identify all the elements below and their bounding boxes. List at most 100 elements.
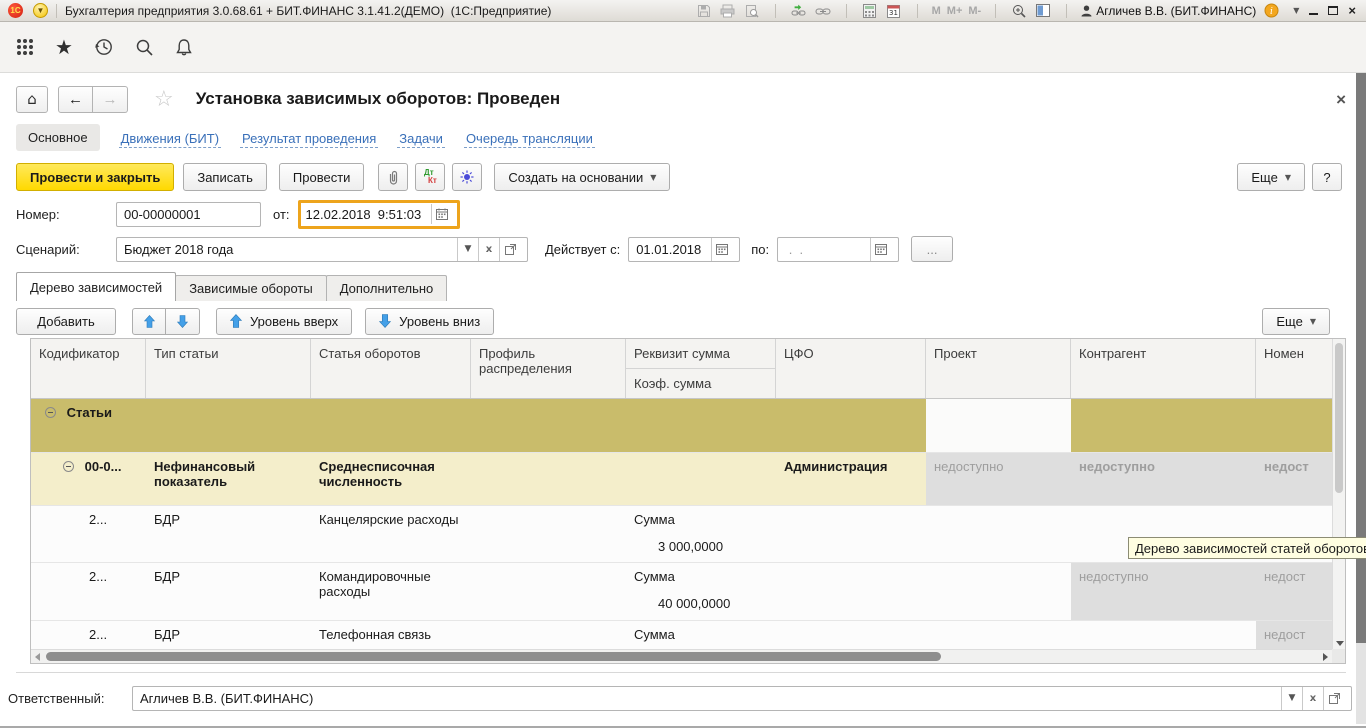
cell-cfo[interactable]: Администрация bbox=[776, 453, 926, 505]
tab-movements[interactable]: Движения (БИТ) bbox=[119, 127, 221, 148]
responsible-combobox[interactable]: Агличев В.В. (БИТ.ФИНАНС) ▼ x bbox=[132, 686, 1352, 711]
table-row-travel[interactable]: 2... БДР Командировочные расходы Сумма 4… bbox=[31, 563, 1332, 621]
level-down-button[interactable]: Уровень вниз bbox=[365, 308, 494, 335]
forward-button[interactable]: → bbox=[93, 86, 128, 113]
close-window-button[interactable]: × bbox=[1348, 4, 1356, 17]
notifications-bell-icon[interactable] bbox=[175, 38, 193, 57]
cell-project[interactable] bbox=[926, 399, 1071, 452]
cell-requisite[interactable]: Сумма bbox=[626, 621, 776, 649]
cell-article[interactable]: Канцелярские расходы bbox=[311, 506, 471, 562]
close-form-icon[interactable]: × bbox=[1336, 91, 1346, 108]
tab-tasks[interactable]: Задачи bbox=[397, 127, 445, 148]
cell-contragent-unavailable[interactable]: недоступно bbox=[1071, 563, 1256, 620]
column-header-contragent[interactable]: Контрагент bbox=[1071, 339, 1256, 398]
scenario-clear-icon[interactable]: x bbox=[478, 238, 499, 261]
collapse-node-icon[interactable] bbox=[45, 407, 56, 418]
cell-project[interactable] bbox=[926, 563, 1071, 620]
column-header-project[interactable]: Проект bbox=[926, 339, 1071, 398]
tab-translation-queue[interactable]: Очередь трансляции bbox=[464, 127, 595, 148]
column-header-article[interactable]: Статья оборотов bbox=[311, 339, 471, 398]
tab-additional[interactable]: Дополнительно bbox=[326, 275, 448, 301]
column-header-coef[interactable]: Коэф. сумма bbox=[626, 369, 775, 398]
cell-cfo[interactable] bbox=[776, 563, 926, 620]
level-up-button[interactable]: Уровень вверх bbox=[216, 308, 352, 335]
search-icon[interactable] bbox=[135, 38, 154, 57]
print-preview-icon[interactable] bbox=[743, 3, 761, 19]
valid-from-input[interactable]: 01.01.2018 bbox=[628, 237, 740, 262]
current-user[interactable]: Агличев В.В. (БИТ.ФИНАНС) bbox=[1081, 4, 1256, 18]
column-header-nomenclature[interactable]: Номен bbox=[1256, 339, 1332, 398]
cell-codifier[interactable]: 2... bbox=[31, 621, 146, 649]
tab-posting-result[interactable]: Результат проведения bbox=[240, 127, 378, 148]
add-button[interactable]: Добавить bbox=[16, 308, 116, 335]
hint-button[interactable] bbox=[452, 163, 482, 191]
calendar-picker-icon[interactable] bbox=[711, 238, 732, 261]
scenario-open-icon[interactable] bbox=[499, 238, 520, 261]
move-up-button[interactable] bbox=[132, 308, 166, 335]
cell-nomenclature-unavailable[interactable]: недост bbox=[1256, 563, 1332, 620]
column-header-requisite-coef[interactable]: Реквизит сумма Коэф. сумма bbox=[626, 339, 776, 398]
help-button[interactable]: ? bbox=[1312, 163, 1342, 191]
scroll-left-arrow-icon[interactable] bbox=[35, 653, 40, 661]
back-button[interactable]: ← bbox=[58, 86, 93, 113]
scenario-combobox[interactable]: Бюджет 2018 года ▼ x bbox=[116, 237, 528, 262]
column-header-profile[interactable]: Профиль распределения bbox=[471, 339, 626, 398]
cell-contragent[interactable] bbox=[1071, 621, 1256, 649]
cell-contragent-unavailable[interactable]: недоступно bbox=[1071, 453, 1256, 505]
cell-profile[interactable] bbox=[471, 621, 626, 649]
table-row-group-articles[interactable]: Статьи bbox=[31, 399, 1332, 453]
cell-project[interactable] bbox=[926, 506, 1071, 562]
save-button[interactable]: Записать bbox=[183, 163, 267, 191]
print-icon[interactable] bbox=[719, 3, 737, 19]
number-input[interactable]: 00-00000001 bbox=[116, 202, 261, 227]
attachments-button[interactable] bbox=[378, 163, 408, 191]
column-header-cfo[interactable]: ЦФО bbox=[776, 339, 926, 398]
cell-contragent[interactable] bbox=[1071, 399, 1256, 452]
info-dropdown-icon[interactable]: ▼ bbox=[1293, 6, 1299, 15]
more-button[interactable]: Еще▼ bbox=[1237, 163, 1305, 191]
tab-dependent-turnovers[interactable]: Зависимые обороты bbox=[175, 275, 327, 301]
save-icon[interactable] bbox=[695, 3, 713, 19]
cell-article[interactable]: Телефонная связь bbox=[311, 621, 471, 649]
cell-nomenclature-unavailable[interactable]: недост bbox=[1256, 621, 1332, 649]
table-row-telephony[interactable]: 2... БДР Телефонная связь Сумма недост bbox=[31, 621, 1332, 649]
collapse-node-icon[interactable] bbox=[63, 461, 74, 472]
calendar-icon[interactable]: 31 bbox=[885, 3, 903, 19]
cell-article[interactable]: Среднесписочная численность bbox=[311, 453, 471, 505]
memory-add-button[interactable]: M+ bbox=[947, 5, 963, 17]
responsible-clear-icon[interactable]: x bbox=[1302, 687, 1323, 710]
tab-main[interactable]: Основное bbox=[16, 124, 100, 151]
cell-article-type[interactable]: Нефинансовый показатель bbox=[146, 453, 311, 505]
cell-nomenclature[interactable] bbox=[1256, 399, 1332, 452]
table-horizontal-scrollbar[interactable] bbox=[31, 649, 1332, 663]
post-button[interactable]: Провести bbox=[279, 163, 365, 191]
cell-profile[interactable] bbox=[471, 563, 626, 620]
calendar-picker-icon[interactable] bbox=[870, 238, 891, 261]
responsible-dropdown-icon[interactable]: ▼ bbox=[1281, 687, 1302, 710]
tab-dependency-tree[interactable]: Дерево зависимостей bbox=[16, 272, 176, 301]
cell-article-type[interactable]: БДР bbox=[146, 506, 311, 562]
cell-article-type[interactable]: БДР bbox=[146, 563, 311, 620]
horizontal-scroll-thumb[interactable] bbox=[46, 652, 941, 661]
zoom-icon[interactable] bbox=[1010, 3, 1028, 19]
create-based-on-button[interactable]: Создать на основании▼ bbox=[494, 163, 670, 191]
period-dots-button[interactable]: ... bbox=[911, 236, 953, 262]
cell-nomenclature-unavailable[interactable]: недост bbox=[1256, 453, 1332, 505]
column-header-requisite[interactable]: Реквизит сумма bbox=[626, 339, 775, 369]
cell-profile[interactable] bbox=[471, 453, 626, 505]
cell-profile[interactable] bbox=[471, 506, 626, 562]
vertical-scroll-thumb[interactable] bbox=[1335, 343, 1343, 493]
cell-article[interactable]: Командировочные расходы bbox=[311, 563, 471, 620]
move-down-button[interactable] bbox=[166, 308, 200, 335]
column-header-article-type[interactable]: Тип статьи bbox=[146, 339, 311, 398]
dt-kt-button[interactable]: ДтКт bbox=[415, 163, 445, 191]
cell-requisite[interactable] bbox=[626, 453, 776, 505]
table-row-indicator[interactable]: 00-0... Нефинансовый показатель Среднесп… bbox=[31, 453, 1332, 506]
info-icon[interactable]: i bbox=[1262, 3, 1280, 19]
cell-article-type[interactable]: БДР bbox=[146, 621, 311, 649]
favorites-icon[interactable]: ★ bbox=[55, 37, 73, 57]
split-view-icon[interactable] bbox=[1034, 3, 1052, 19]
go-to-link-icon[interactable] bbox=[790, 3, 808, 19]
maximize-button[interactable] bbox=[1328, 6, 1338, 15]
post-and-close-button[interactable]: Провести и закрыть bbox=[16, 163, 174, 191]
